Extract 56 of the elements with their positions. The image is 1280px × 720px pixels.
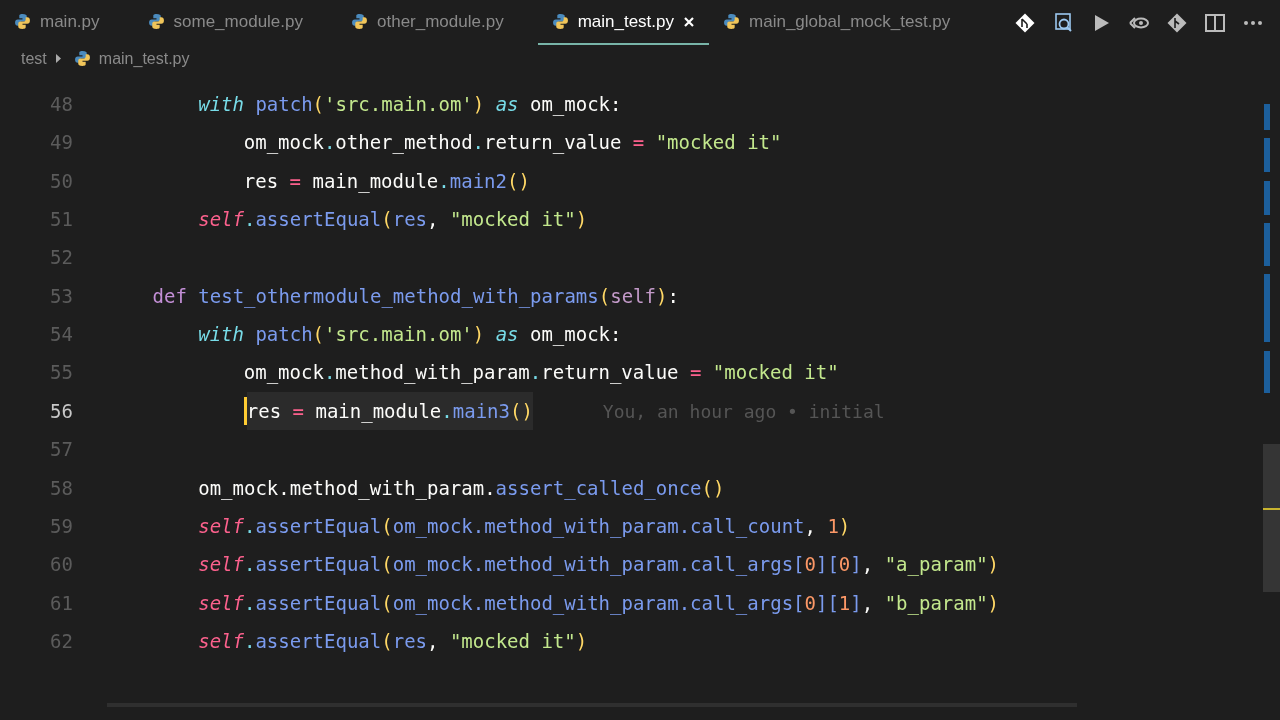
git-compare-icon[interactable]: [1014, 11, 1036, 34]
breadcrumb-file[interactable]: main_test.py: [98, 46, 190, 71]
line-number: 48: [49, 91, 73, 117]
python-file-icon: [73, 50, 91, 67]
code-text: self.assertEqual(res, "mocked it"): [198, 628, 588, 654]
close-icon[interactable]: [683, 15, 696, 28]
cursor-marker: [1263, 508, 1280, 510]
python-file-icon: [723, 13, 741, 30]
python-file-icon: [147, 13, 165, 30]
line-number: 49: [49, 130, 73, 156]
change-marker: [1264, 351, 1270, 393]
change-marker: [1264, 274, 1270, 342]
chevron-icon: [54, 53, 62, 64]
editor-tab[interactable]: main_global_mock_test.py: [709, 0, 985, 45]
change-marker: [1264, 138, 1270, 172]
line-number: 54: [49, 322, 73, 348]
python-file-icon: [551, 13, 569, 30]
code-text: res = main_module.main2(): [243, 168, 530, 195]
code-text: om_mock.method_with_param.return_value = "mocked it": [243, 360, 839, 386]
editor-tab[interactable]: some_module.py: [133, 0, 337, 45]
python-file-icon: [14, 13, 31, 30]
breadcrumb-folder[interactable]: test: [21, 46, 47, 71]
code-text: self.assertEqual(om_mock.method_with_param.call_count, 1): [198, 513, 851, 540]
change-marker: [1264, 181, 1270, 215]
code-text: om_mock.other_method.return_value = "mocked it": [243, 130, 782, 156]
split-editor-icon[interactable]: [1204, 11, 1226, 34]
line-number: 51: [49, 207, 73, 232]
line-number: 50: [49, 168, 73, 194]
line-number: 60: [49, 552, 73, 578]
code-text: res = main_module.main3(): [246, 391, 533, 431]
line-number: 53: [49, 283, 73, 309]
change-marker: [1264, 104, 1270, 130]
code-text: self.assertEqual(res, "mocked it"): [198, 207, 588, 232]
line-number: 62: [49, 628, 73, 654]
code-text: with patch('src.main.om') as om_mock:: [198, 322, 622, 348]
text-cursor: [243, 397, 247, 426]
code-text: self.assertEqual(om_mock.method_with_param.call_args[0][0], "a_param"): [198, 552, 1000, 578]
line-number: 56: [49, 398, 73, 424]
search-files-icon[interactable]: [1052, 11, 1074, 34]
code-text: def test_othermodule_method_with_params(self):: [152, 283, 679, 310]
python-file-icon: [351, 13, 368, 30]
line-number: 61: [49, 590, 73, 616]
scrollbar-thumb[interactable]: [1263, 444, 1280, 592]
line-number: 58: [49, 475, 73, 501]
editor-tab[interactable]: main.py: [0, 0, 134, 45]
line-number: 59: [49, 513, 73, 539]
line-number: 57: [49, 437, 73, 463]
code-text: with patch('src.main.om') as om_mock:: [198, 91, 622, 118]
line-number: 52: [49, 245, 73, 271]
editor-tab[interactable]: other_module.py: [337, 0, 538, 45]
line-number: 55: [49, 360, 73, 386]
code-text: self.assertEqual(om_mock.method_with_param.call_args[0][1], "b_param"): [198, 590, 1000, 617]
change-marker: [1264, 223, 1270, 266]
editor-tab[interactable]: main_test.py: [537, 0, 710, 45]
code-text: om_mock.method_with_param.assert_called_once(): [198, 475, 725, 502]
git-branch-icon[interactable]: [1166, 11, 1188, 34]
